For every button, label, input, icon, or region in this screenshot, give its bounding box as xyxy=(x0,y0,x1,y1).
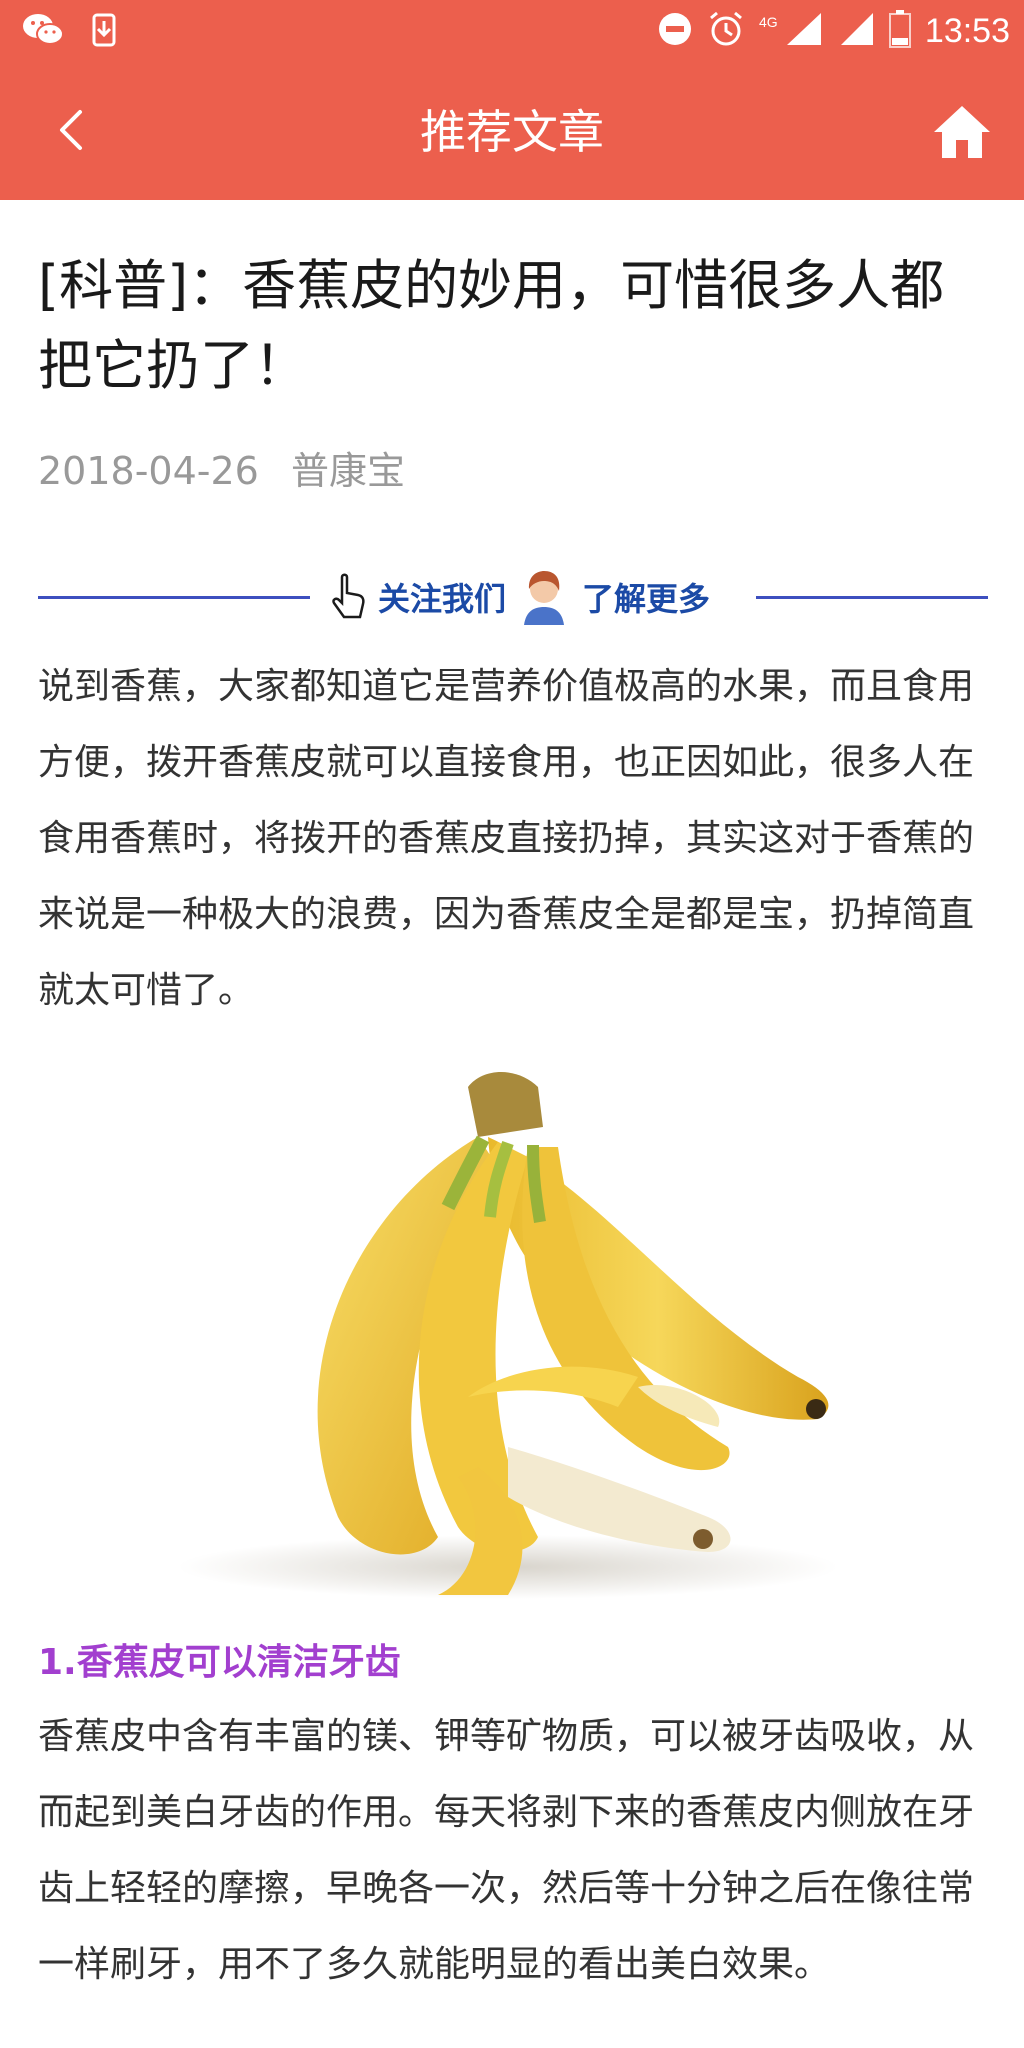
network-label: 4G xyxy=(759,14,778,30)
battery-icon xyxy=(888,10,911,52)
article-date: 2018-04-26 xyxy=(38,449,259,493)
home-icon xyxy=(934,106,990,158)
signal-icon: 4G xyxy=(759,11,825,51)
dnd-icon xyxy=(657,11,693,51)
back-button[interactable] xyxy=(44,100,104,160)
article-intro: 说到香蕉，大家都知道它是营养价值极高的水果，而且食用方便，拨开香蕉皮就可以直接食… xyxy=(38,666,975,1011)
status-bar: 4G 13:53 xyxy=(0,0,1024,64)
chevron-left-icon xyxy=(60,110,82,150)
section-body: 香蕉皮中含有丰富的镁、钾等矿物质，可以被牙齿吸收，从而起到美白牙齿的作用。每天将… xyxy=(38,1716,975,1985)
signal-icon xyxy=(839,11,875,51)
banana-bunch-image xyxy=(38,1047,988,1607)
app-bar: 推荐文章 xyxy=(0,64,1024,200)
alarm-icon xyxy=(707,10,745,52)
article: [科普]：香蕉皮的妙用，可惜很多人都把它扔了！ 2018-04-26 普康宝 关… xyxy=(38,200,988,2003)
divider xyxy=(38,596,310,599)
follow-us-text: 关注我们 xyxy=(378,580,507,618)
article-source[interactable]: 普康宝 xyxy=(291,449,405,493)
article-title: [科普]：香蕉皮的妙用，可惜很多人都把它扔了！ xyxy=(38,254,945,397)
follow-banner-center: 关注我们 了解更多 xyxy=(328,567,710,627)
pointer-hand-icon xyxy=(332,573,365,619)
download-icon xyxy=(92,13,116,51)
divider xyxy=(756,596,988,599)
page-title: 推荐文章 xyxy=(420,105,604,159)
wechat-icon xyxy=(22,12,64,52)
clock-time: 13:53 xyxy=(924,11,1010,50)
follow-banner[interactable]: 关注我们 了解更多 xyxy=(38,567,988,627)
section-heading: 1.香蕉皮可以清洁牙齿 xyxy=(38,1642,401,1683)
learn-more-text: 了解更多 xyxy=(582,580,711,618)
home-button[interactable] xyxy=(930,100,994,164)
avatar-icon xyxy=(524,571,565,625)
article-meta: 2018-04-26 普康宝 xyxy=(38,440,988,495)
